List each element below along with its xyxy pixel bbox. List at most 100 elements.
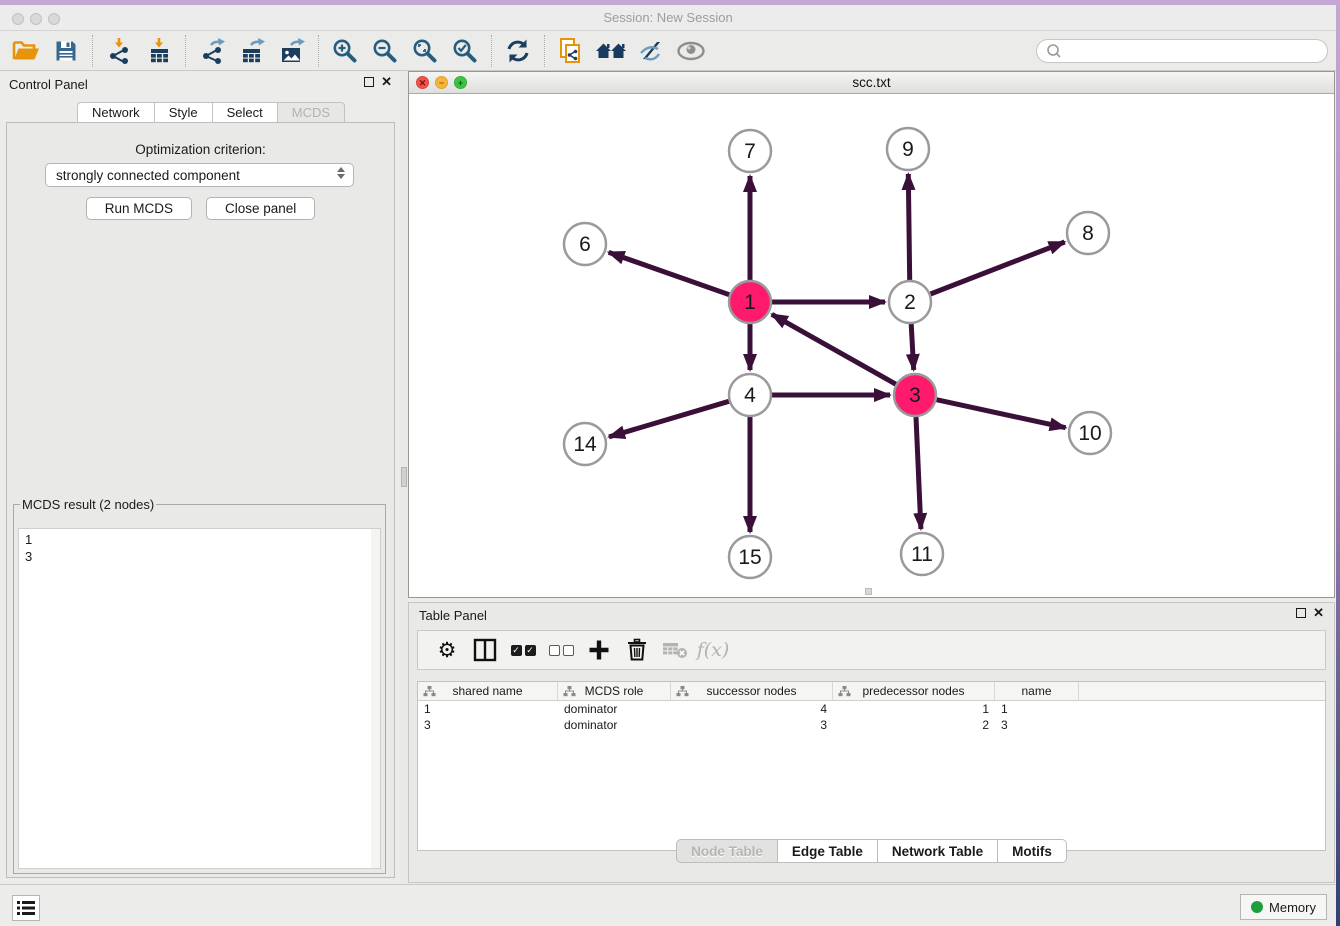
optimization-criterion-label: Optimization criterion: bbox=[7, 142, 394, 157]
svg-text:11: 11 bbox=[911, 543, 933, 566]
delete-table-icon[interactable] bbox=[656, 633, 694, 667]
graph-node-15[interactable]: 15 bbox=[729, 536, 771, 578]
cell-shared-name[interactable]: 1 bbox=[418, 701, 558, 717]
cell-name[interactable]: 1 bbox=[995, 701, 1079, 717]
mcds-result-textarea[interactable]: 13 bbox=[18, 528, 381, 869]
tab-mcds[interactable]: MCDS bbox=[277, 102, 345, 123]
zoom-in-icon[interactable] bbox=[325, 35, 365, 67]
network-canvas[interactable]: 7 9 6 8 1 2 4 3 14 10 15 11 bbox=[409, 94, 1334, 597]
graph-node-11[interactable]: 11 bbox=[901, 533, 943, 575]
home-icon[interactable] bbox=[591, 35, 631, 67]
graph-node-2[interactable]: 2 bbox=[889, 281, 931, 323]
refresh-icon[interactable] bbox=[498, 35, 538, 67]
table-row[interactable]: 3dominator323 bbox=[418, 717, 1325, 733]
column-header-predecessor-nodes[interactable]: predecessor nodes bbox=[833, 682, 995, 700]
svg-text:1: 1 bbox=[744, 291, 756, 314]
graph-edge-3-11[interactable] bbox=[916, 417, 921, 529]
float-panel-icon[interactable] bbox=[364, 77, 374, 87]
table-row[interactable]: 1dominator411 bbox=[418, 701, 1325, 717]
cell-mcds-role[interactable]: dominator bbox=[558, 717, 671, 733]
graph-node-1[interactable]: 1 bbox=[729, 281, 771, 323]
graph-node-9[interactable]: 9 bbox=[887, 128, 929, 170]
export-image-icon[interactable] bbox=[272, 35, 312, 67]
column-header-mcds-role[interactable]: MCDS role bbox=[558, 682, 671, 700]
close-panel-button[interactable]: Close panel bbox=[206, 197, 315, 220]
graph-edge-2-3[interactable] bbox=[911, 324, 914, 370]
close-panel-icon[interactable]: ✕ bbox=[381, 77, 392, 87]
open-session-icon[interactable] bbox=[6, 35, 46, 67]
cell-shared-name[interactable]: 3 bbox=[418, 717, 558, 733]
cell-name[interactable]: 3 bbox=[995, 717, 1079, 733]
control-panel-header: Control Panel ✕ bbox=[0, 71, 400, 97]
task-history-button[interactable] bbox=[12, 895, 40, 921]
run-mcds-button[interactable]: Run MCDS bbox=[86, 197, 192, 220]
close-table-panel-icon[interactable]: ✕ bbox=[1313, 608, 1324, 618]
search-box[interactable] bbox=[1036, 39, 1328, 63]
column-panel-icon[interactable] bbox=[466, 633, 504, 667]
cell-successor-nodes[interactable]: 4 bbox=[671, 701, 833, 717]
graph-edge-1-6[interactable] bbox=[609, 252, 730, 294]
graph-edge-4-14[interactable] bbox=[609, 401, 729, 437]
result-scrollbar[interactable] bbox=[371, 529, 380, 868]
deselect-all-columns-icon[interactable] bbox=[542, 633, 580, 667]
delete-column-icon[interactable] bbox=[618, 633, 656, 667]
tab-node-table[interactable]: Node Table bbox=[676, 839, 777, 863]
import-network-icon[interactable] bbox=[99, 35, 139, 67]
network-window-title: scc.txt bbox=[409, 75, 1334, 90]
tab-network-table[interactable]: Network Table bbox=[877, 839, 997, 863]
network-window-titlebar: ✕ − + scc.txt bbox=[409, 72, 1334, 94]
import-table-icon[interactable] bbox=[139, 35, 179, 67]
add-column-icon[interactable] bbox=[580, 633, 618, 667]
graph-node-7[interactable]: 7 bbox=[729, 130, 771, 172]
tab-network[interactable]: Network bbox=[77, 102, 154, 123]
graph-node-10[interactable]: 10 bbox=[1069, 412, 1111, 454]
float-table-panel-icon[interactable] bbox=[1296, 608, 1306, 618]
memory-status-icon bbox=[1251, 901, 1263, 913]
column-header-shared-name[interactable]: shared name bbox=[418, 682, 558, 700]
cell-predecessor-nodes[interactable]: 1 bbox=[833, 701, 995, 717]
network-view-window: ✕ − + scc.txt 7 9 6 8 1 2 4 3 14 10 15 11 bbox=[408, 71, 1335, 598]
main-toolbar bbox=[0, 31, 1336, 71]
graph-node-4[interactable]: 4 bbox=[729, 374, 771, 416]
tab-select[interactable]: Select bbox=[212, 102, 277, 123]
graph-edge-3-1[interactable] bbox=[772, 314, 896, 384]
zoom-out-icon[interactable] bbox=[365, 35, 405, 67]
zoom-selected-icon[interactable] bbox=[445, 35, 485, 67]
tab-edge-table[interactable]: Edge Table bbox=[777, 839, 877, 863]
select-all-columns-icon[interactable]: ✓✓ bbox=[504, 633, 542, 667]
cell-successor-nodes[interactable]: 3 bbox=[671, 717, 833, 733]
graph-edge-2-9[interactable] bbox=[908, 174, 909, 280]
select-stepper-icon bbox=[337, 167, 345, 179]
graph-node-3[interactable]: 3 bbox=[894, 374, 936, 416]
label-visibility-icon[interactable] bbox=[631, 35, 671, 67]
export-network-icon[interactable] bbox=[192, 35, 232, 67]
table-tabs: Node TableEdge TableNetwork TableMotifs bbox=[409, 839, 1334, 863]
splitter-handle[interactable] bbox=[401, 467, 407, 487]
toggle-details-icon[interactable] bbox=[671, 35, 711, 67]
cell-mcds-role[interactable]: dominator bbox=[558, 701, 671, 717]
vertical-splitter[interactable] bbox=[400, 71, 408, 884]
svg-text:8: 8 bbox=[1082, 222, 1094, 245]
node-table[interactable]: shared nameMCDS rolesuccessor nodesprede… bbox=[417, 681, 1326, 851]
fit-content-icon[interactable] bbox=[405, 35, 445, 67]
graph-node-8[interactable]: 8 bbox=[1067, 212, 1109, 254]
graph-node-14[interactable]: 14 bbox=[564, 423, 606, 465]
graph-edge-3-10[interactable] bbox=[937, 400, 1066, 428]
criterion-select[interactable]: strongly connected component bbox=[45, 163, 354, 187]
svg-text:14: 14 bbox=[573, 433, 597, 456]
column-header-name[interactable]: name bbox=[995, 682, 1079, 700]
mcds-result-group: MCDS result (2 nodes) 13 bbox=[13, 497, 386, 874]
tab-style[interactable]: Style bbox=[154, 102, 212, 123]
export-table-icon[interactable] bbox=[232, 35, 272, 67]
tab-motifs[interactable]: Motifs bbox=[997, 839, 1067, 863]
graph-node-6[interactable]: 6 bbox=[564, 223, 606, 265]
search-input[interactable] bbox=[1066, 41, 1327, 61]
memory-button[interactable]: Memory bbox=[1240, 894, 1327, 920]
network-resize-handle[interactable] bbox=[865, 588, 872, 595]
graph-edge-2-8[interactable] bbox=[931, 242, 1065, 294]
column-header-successor-nodes[interactable]: successor nodes bbox=[671, 682, 833, 700]
clone-network-icon[interactable] bbox=[551, 35, 591, 67]
cell-predecessor-nodes[interactable]: 2 bbox=[833, 717, 995, 733]
save-session-icon[interactable] bbox=[46, 35, 86, 67]
table-settings-icon[interactable]: ⚙ bbox=[428, 633, 466, 667]
